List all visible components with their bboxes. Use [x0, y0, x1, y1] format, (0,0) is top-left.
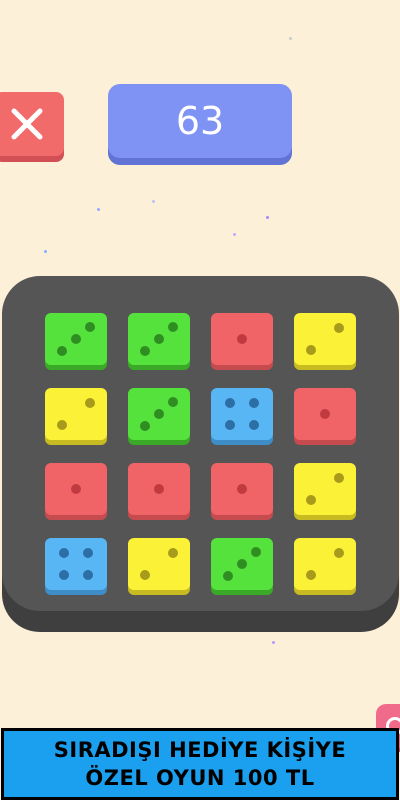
die-pip — [154, 334, 164, 344]
ad-banner-body: SIRADIŞI HEDİYE KİŞİYE ÖZEL OYUN 100 TL — [4, 731, 396, 797]
die-yellow-2[interactable] — [294, 463, 356, 515]
score-display: 63 — [108, 84, 292, 158]
close-button[interactable] — [0, 92, 64, 156]
close-icon — [11, 108, 43, 140]
particle — [266, 216, 269, 219]
die-red-1[interactable] — [211, 463, 273, 515]
die-pip — [306, 345, 316, 355]
die-pip — [83, 570, 93, 580]
die-pip — [57, 420, 67, 430]
die-blue-4[interactable] — [45, 538, 107, 590]
die-pip — [237, 559, 247, 569]
particle — [97, 208, 100, 211]
die-pip — [306, 495, 316, 505]
die-green-3[interactable] — [128, 313, 190, 365]
die-pip — [140, 421, 150, 431]
die-pip — [71, 334, 81, 344]
ad-banner[interactable]: SIRADIŞI HEDİYE KİŞİYE ÖZEL OYUN 100 TL — [1, 728, 399, 800]
particle — [152, 200, 155, 203]
die-pip — [85, 322, 95, 332]
die-pip — [59, 570, 69, 580]
die-pip — [154, 484, 164, 494]
die-green-3[interactable] — [128, 388, 190, 440]
die-pip — [334, 323, 344, 333]
die-pip — [168, 397, 178, 407]
dice-board — [2, 276, 399, 611]
die-pip — [306, 570, 316, 580]
die-pip — [237, 484, 247, 494]
die-pip — [251, 547, 261, 557]
die-pip — [85, 398, 95, 408]
die-yellow-2[interactable] — [294, 538, 356, 590]
die-pip — [59, 548, 69, 558]
die-pip — [249, 420, 259, 430]
die-red-1[interactable] — [211, 313, 273, 365]
die-red-1[interactable] — [45, 463, 107, 515]
die-pip — [223, 571, 233, 581]
particle — [44, 250, 47, 253]
die-pip — [225, 398, 235, 408]
die-pip — [154, 409, 164, 419]
die-yellow-2[interactable] — [128, 538, 190, 590]
die-green-3[interactable] — [211, 538, 273, 590]
die-yellow-2[interactable] — [294, 313, 356, 365]
die-pip — [168, 548, 178, 558]
die-pip — [320, 409, 330, 419]
die-pip — [140, 570, 150, 580]
die-pip — [334, 548, 344, 558]
die-pip — [83, 548, 93, 558]
die-green-3[interactable] — [45, 313, 107, 365]
die-pip — [334, 473, 344, 483]
ad-banner-line-2: ÖZEL OYUN 100 TL — [85, 766, 315, 790]
die-pip — [71, 484, 81, 494]
die-pip — [225, 420, 235, 430]
die-red-1[interactable] — [294, 388, 356, 440]
die-pip — [140, 346, 150, 356]
die-yellow-2[interactable] — [45, 388, 107, 440]
ad-banner-line-1: SIRADIŞI HEDİYE KİŞİYE — [53, 738, 347, 762]
die-pip — [237, 334, 247, 344]
die-pip — [249, 398, 259, 408]
particle — [289, 37, 292, 40]
die-pip — [168, 322, 178, 332]
particle — [233, 233, 236, 236]
die-pip — [57, 346, 67, 356]
die-red-1[interactable] — [128, 463, 190, 515]
die-blue-4[interactable] — [211, 388, 273, 440]
particle — [272, 641, 275, 644]
